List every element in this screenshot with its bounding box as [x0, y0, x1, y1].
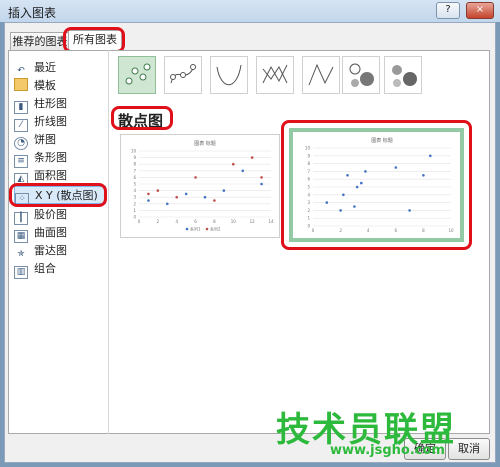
scatter-item-highlight — [9, 183, 107, 207]
folder-icon — [14, 78, 28, 91]
straight-lines-markers-icon — [262, 64, 288, 84]
x-tick-label: 4 — [175, 219, 178, 224]
data-point — [241, 169, 245, 173]
data-point — [147, 199, 150, 202]
y-tick-label: 5 — [133, 182, 136, 187]
data-point — [231, 162, 235, 166]
tab-recommended-charts[interactable]: 推荐的图表 — [10, 32, 70, 51]
data-point — [194, 176, 197, 179]
scatter-subtype-icon — [125, 63, 151, 85]
help-button[interactable]: ? — [436, 2, 460, 19]
smooth-lines-icon — [216, 64, 242, 86]
sidebar-item-line[interactable]: ⁄ 折线图 — [14, 113, 106, 132]
y-tick-label: 10 — [131, 149, 137, 154]
sidebar-item-radar[interactable]: ✯ 雷达图 — [14, 242, 106, 260]
sidebar-item-surface[interactable]: ▦ 曲面图 — [14, 224, 106, 243]
x-tick-label: 6 — [194, 219, 197, 224]
legend-label: 系列1 — [190, 226, 201, 232]
watermark-url: www.jsgho.com — [330, 443, 445, 458]
y-tick-label: 4 — [133, 188, 136, 193]
y-tick-label: 8 — [133, 162, 136, 167]
title-bar — [0, 0, 500, 22]
y-tick-label: 3 — [133, 195, 136, 200]
x-tick-label: 0 — [138, 219, 141, 224]
y-tick-label: 2 — [133, 201, 136, 206]
data-point — [260, 176, 263, 179]
sidebar-item-pie[interactable]: ◔ 饼图 — [14, 131, 106, 150]
x-tick-label: 14 — [268, 219, 274, 224]
preview-scatter-two-series[interactable]: 图表 标题 0 1 2 3 4 5 6 7 8 9 10 0 2 4 6 8 10 12 14 系列1 系列2 — [120, 134, 280, 238]
x-tick-label: 8 — [213, 219, 216, 224]
subtype-scatter[interactable] — [118, 56, 156, 94]
straight-lines-icon — [308, 63, 334, 86]
sidebar-item-column[interactable]: ▮ 柱形图 — [14, 95, 106, 114]
bubble-icon — [349, 63, 374, 87]
subtype-bubble[interactable] — [342, 56, 380, 94]
sidebar-item-combo[interactable]: ▥ 组合 — [14, 260, 106, 279]
data-point — [175, 195, 179, 199]
data-point — [250, 156, 254, 159]
smooth-lines-markers-icon — [170, 64, 196, 84]
data-point — [147, 192, 150, 196]
legend-marker — [205, 227, 209, 231]
y-tick-label: 1 — [133, 208, 136, 213]
subtype-scatter-smooth-markers[interactable] — [164, 56, 202, 94]
x-tick-label: 12 — [250, 219, 256, 224]
close-button[interactable]: × — [466, 2, 494, 19]
data-point — [222, 189, 226, 192]
sidebar-item-stock[interactable]: ┃ 股价图 — [14, 206, 106, 225]
data-point — [165, 202, 169, 206]
x-tick-label: 2 — [157, 219, 160, 224]
chart-title: 图表 标题 — [194, 140, 216, 147]
subtype-scatter-straight[interactable] — [302, 56, 340, 94]
data-point — [203, 195, 207, 199]
bubble-3d-icon — [392, 65, 417, 87]
sidebar-item-templates[interactable]: 模板 — [14, 77, 106, 95]
y-tick-label: 0 — [133, 215, 136, 220]
sidebar-item-bar[interactable]: ≡ 条形图 — [14, 149, 106, 168]
data-point — [156, 189, 160, 192]
subtype-bubble-3d[interactable] — [384, 56, 422, 94]
legend-marker — [185, 227, 189, 231]
y-tick-label: 6 — [133, 175, 136, 180]
heading-highlight — [111, 106, 173, 130]
y-tick-label: 7 — [133, 168, 136, 173]
data-point — [260, 182, 263, 186]
x-tick-label: 10 — [231, 219, 237, 224]
data-point — [213, 199, 216, 202]
combo-chart-icon: ▥ — [14, 266, 28, 279]
preview-chart-1: 图表 标题0123456789100 2 4 6 8 10 12 14系列1 系列2 — [131, 140, 274, 232]
window-title: 插入图表 — [8, 6, 57, 20]
legend-label: 系列2 — [210, 226, 221, 232]
preview-highlight — [281, 120, 472, 250]
subtype-scatter-smooth[interactable] — [210, 56, 248, 94]
subtype-scatter-straight-markers[interactable] — [256, 56, 294, 94]
sidebar-item-recent[interactable]: ↶ 最近 — [14, 59, 106, 77]
y-tick-label: 9 — [133, 155, 136, 160]
data-point — [184, 192, 188, 196]
